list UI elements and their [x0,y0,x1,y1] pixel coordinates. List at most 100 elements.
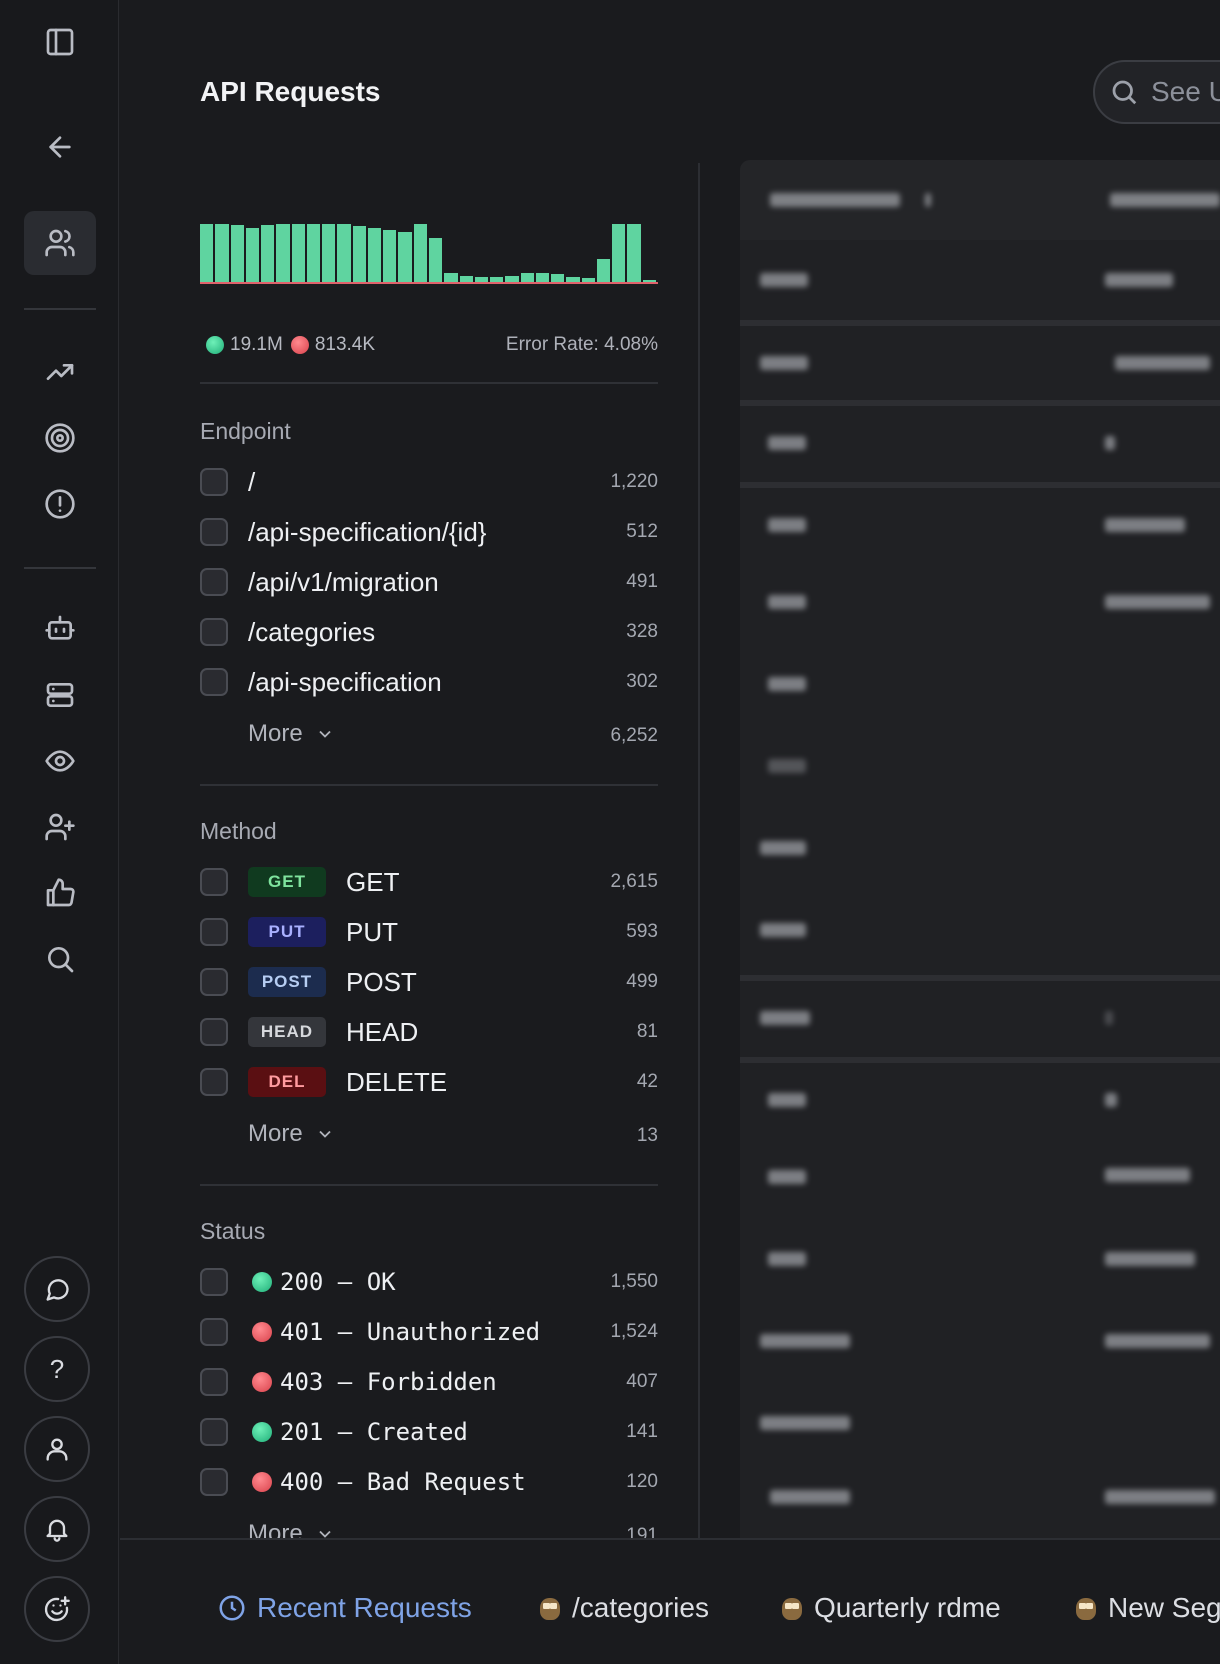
histogram-bar[interactable] [596,258,611,284]
nav-errors-button[interactable] [24,472,96,536]
nav-goals-button[interactable] [24,406,96,470]
histogram-bar[interactable] [367,227,382,284]
tab-recent-requests[interactable]: Recent Requests [217,1590,472,1626]
tab-new-segment[interactable]: New Seg [1076,1590,1220,1626]
help-button[interactable]: ? [24,1336,90,1402]
table-row[interactable] [740,1222,1220,1304]
table-row[interactable] [740,482,1220,564]
checkbox[interactable] [200,468,228,496]
histogram-bar[interactable] [276,224,290,284]
nav-add-user-button[interactable] [24,795,96,859]
table-row[interactable] [740,893,1220,975]
histogram-bar[interactable] [352,226,366,284]
checkbox[interactable] [200,618,228,646]
histogram-bar[interactable] [245,227,260,284]
method-label: PUT [346,916,398,947]
histogram-bar[interactable] [383,230,397,284]
table-row[interactable] [740,811,1220,893]
histogram-bar[interactable] [306,224,321,284]
blurred-text [768,518,806,532]
table-row[interactable] [740,1460,1220,1542]
histogram-bar[interactable] [230,225,244,284]
search-input[interactable]: See U [1093,60,1220,124]
checkbox[interactable] [200,1368,228,1396]
status-filter-row[interactable]: 401 – Unauthorized 1,524 [200,1312,658,1352]
endpoint-filter-row[interactable]: /categories 328 [200,612,658,652]
status-filter-row[interactable]: 400 – Bad Request 120 [200,1462,658,1502]
histogram-bar[interactable] [337,224,351,284]
method-filter-row[interactable]: DEL DELETE 42 [200,1062,658,1102]
status-filter-row[interactable]: 200 – OK 1,550 [200,1262,658,1302]
table-row[interactable] [740,975,1220,1057]
histogram-bar[interactable] [322,224,336,284]
checkbox[interactable] [200,1468,228,1496]
method-section-title: Method [200,818,277,844]
histogram-bar[interactable] [215,224,229,284]
checkbox[interactable] [200,868,228,896]
status-more-button[interactable]: More [248,1520,335,1538]
checkbox[interactable] [200,1318,228,1346]
method-more-button[interactable]: More [248,1120,335,1148]
notifications-button[interactable] [24,1496,90,1562]
tab-categories[interactable]: /categories [540,1590,709,1626]
table-row[interactable] [740,400,1220,482]
method-filter-row[interactable]: GET GET 2,615 [200,862,658,902]
table-row[interactable] [740,1140,1220,1222]
method-filter-row[interactable]: POST POST 499 [200,962,658,1002]
checkbox[interactable] [200,918,228,946]
tab-quarterly-rdme[interactable]: Quarterly rdme [782,1590,1001,1626]
user-icon [46,1438,68,1461]
endpoint-filter-row[interactable]: / 1,220 [200,462,658,502]
table-row[interactable] [740,565,1220,647]
table-row[interactable] [740,647,1220,729]
chat-button[interactable] [24,1256,90,1322]
checkbox[interactable] [200,968,228,996]
status-filter-row[interactable]: 403 – Forbidden 407 [200,1362,658,1402]
back-button[interactable] [24,115,96,179]
status-filter-row[interactable]: 201 – Created 141 [200,1412,658,1452]
blurred-text [1105,1011,1113,1025]
histogram-bar[interactable] [612,224,626,284]
nav-views-button[interactable] [24,729,96,793]
table-row[interactable] [740,1386,1220,1468]
histogram-bar[interactable] [291,224,305,284]
checkbox[interactable] [200,568,228,596]
nav-servers-button[interactable] [24,663,96,727]
checkbox[interactable] [200,518,228,546]
checkbox[interactable] [200,668,228,696]
histogram-bar[interactable] [413,224,427,284]
endpoint-filter-row[interactable]: /api-specification/{id} 512 [200,512,658,552]
table-row[interactable] [740,1304,1220,1386]
checkbox[interactable] [200,1018,228,1046]
histogram-bar[interactable] [200,224,214,284]
histogram-bar[interactable] [429,238,443,284]
table-row[interactable] [740,1057,1220,1139]
trending-up-icon [46,364,74,380]
emoji-button[interactable] [24,1576,90,1642]
toggle-sidebar-button[interactable] [24,10,96,74]
checkbox[interactable] [200,1068,228,1096]
histogram-bar[interactable] [627,224,641,284]
endpoint-filter-row[interactable]: /api/v1/migration 491 [200,562,658,602]
profile-button[interactable] [24,1416,90,1482]
smile-plus-icon [44,1596,70,1622]
nav-trends-button[interactable] [24,340,96,404]
table-row[interactable] [740,240,1220,322]
nav-users-button[interactable] [24,211,96,275]
endpoint-filter-row[interactable]: /api-specification 302 [200,662,658,702]
nav-bot-button[interactable] [24,597,96,661]
table-row[interactable] [740,729,1220,811]
histogram-bar[interactable] [398,232,412,284]
method-filter-row[interactable]: HEAD HEAD 81 [200,1012,658,1052]
checkbox[interactable] [200,1418,228,1446]
nav-search-button[interactable] [24,927,96,991]
endpoint-more-button[interactable]: More [248,720,335,748]
nav-feedback-button[interactable] [24,861,96,925]
blurred-text [1105,1252,1195,1266]
histogram-bar[interactable] [261,225,275,284]
method-filter-row[interactable]: PUT PUT 593 [200,912,658,952]
table-row[interactable] [740,320,1220,402]
status-dot-icon [252,1372,272,1392]
checkbox[interactable] [200,1268,228,1296]
requests-table [740,160,1220,1548]
